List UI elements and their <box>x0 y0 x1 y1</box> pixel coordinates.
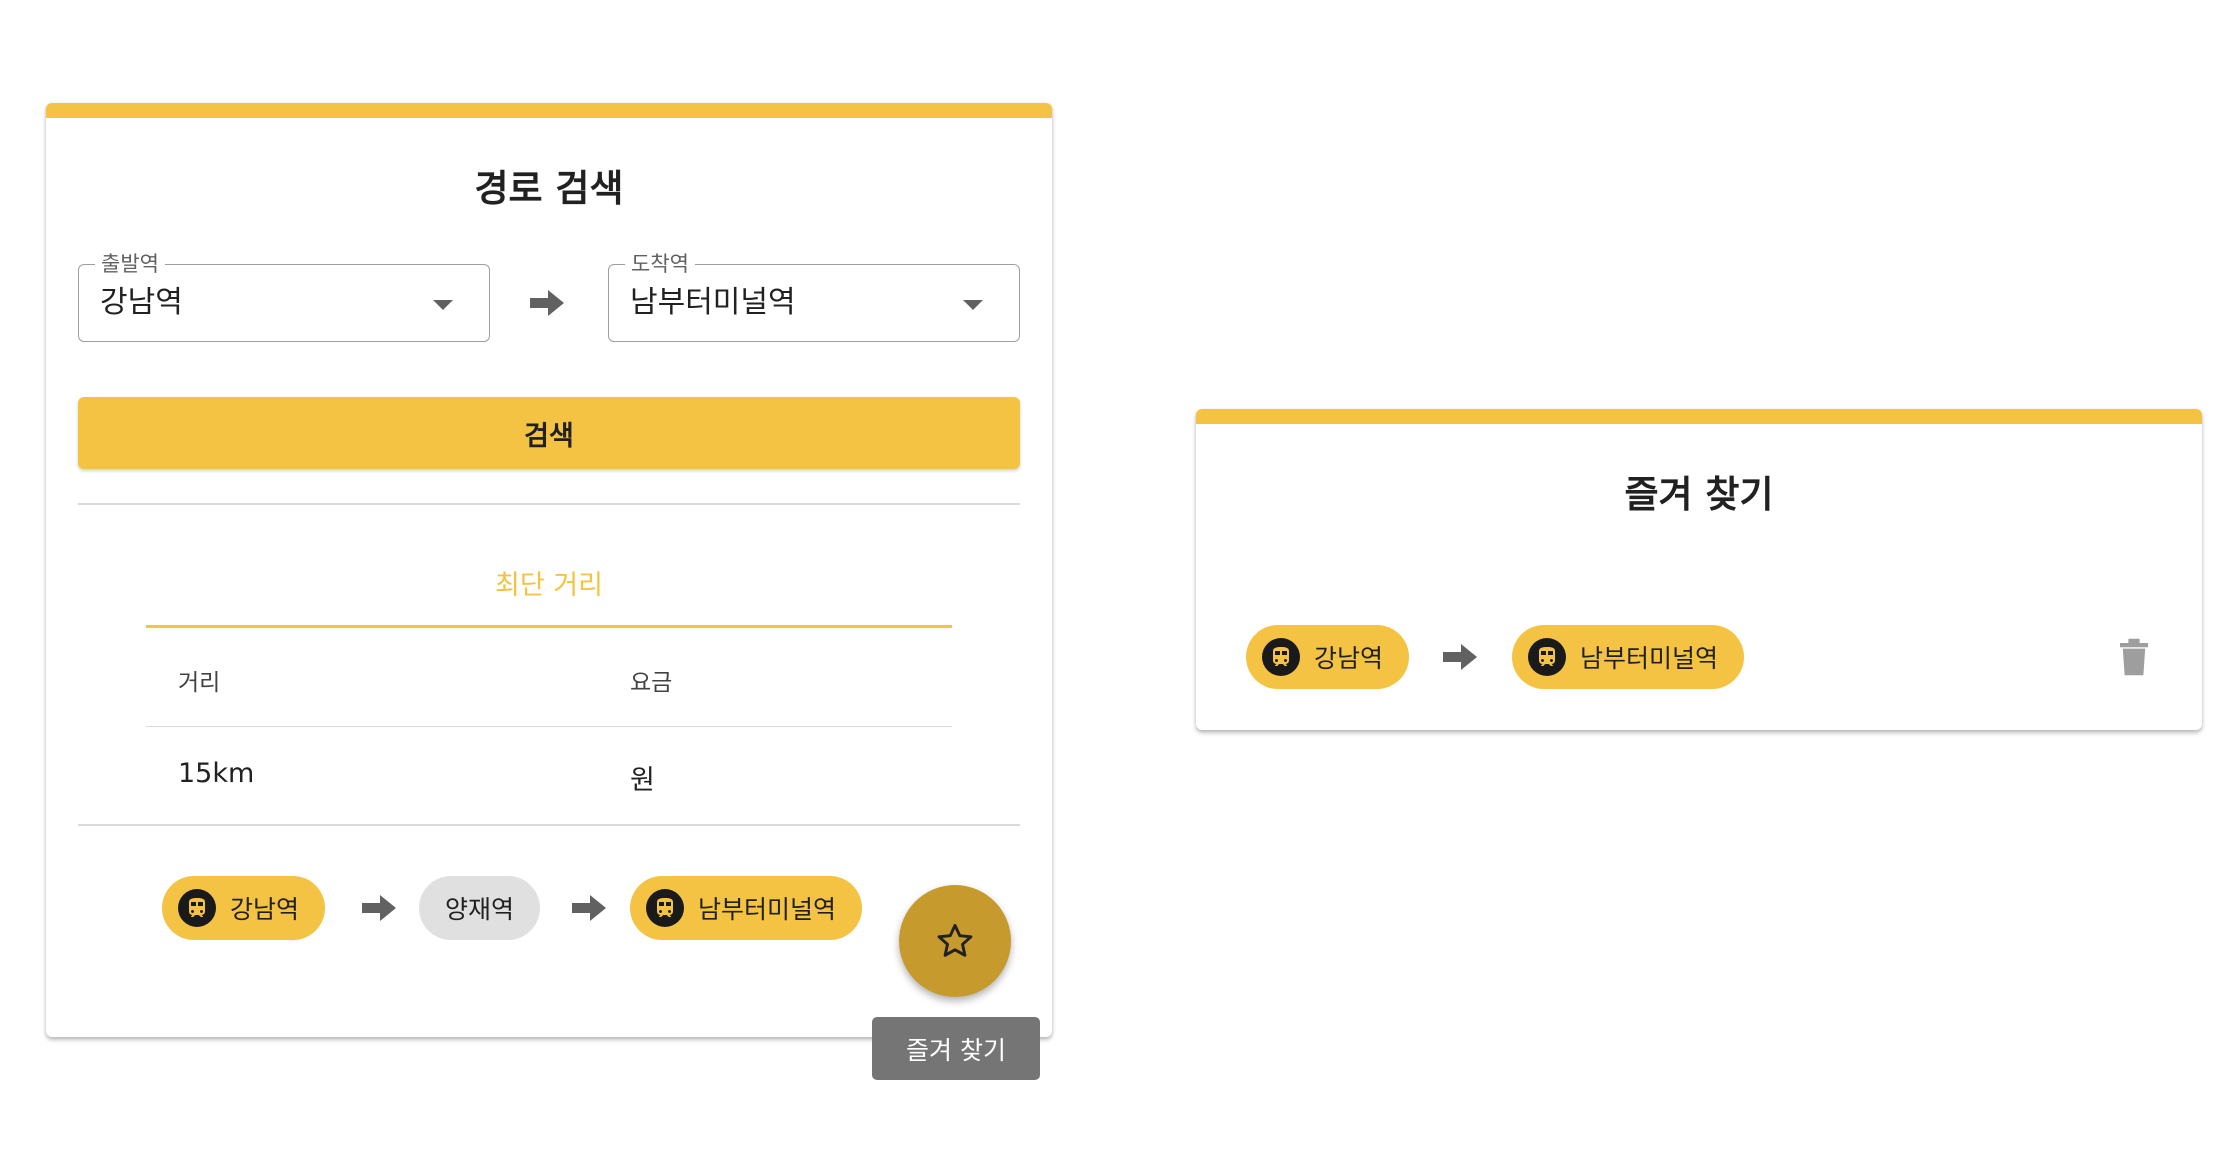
tab-shortest-distance[interactable]: 최단 거리 <box>146 563 952 602</box>
path-station-label: 남부터미널역 <box>698 895 837 924</box>
card-accent-bar <box>1196 409 2202 424</box>
divider <box>78 824 1020 826</box>
departure-label: 출발역 <box>95 251 165 277</box>
chevron-down-icon <box>433 300 453 310</box>
add-favorite-button[interactable] <box>899 885 1011 997</box>
subway-icon <box>178 889 216 927</box>
page-title: 경로 검색 <box>474 167 624 210</box>
departure-select[interactable]: 출발역 강남역 <box>78 251 490 342</box>
path-station-label: 강남역 <box>230 895 300 924</box>
subway-icon <box>1528 638 1566 676</box>
search-button[interactable]: 검색 <box>78 397 1020 469</box>
path-chip-transit: 양재역 <box>419 876 541 940</box>
path-chip-start: 강남역 <box>162 876 326 940</box>
favorite-tooltip: 즐겨 찾기 <box>872 1017 1040 1080</box>
favorite-chip-from: 강남역 <box>1246 625 1410 689</box>
arrow-right-icon <box>362 895 396 921</box>
subway-icon <box>646 889 684 927</box>
departure-value: 강남역 <box>100 285 183 320</box>
path-station-label: 양재역 <box>445 895 515 924</box>
arrival-label: 도착역 <box>625 251 695 277</box>
favorites-title: 즐겨 찾기 <box>1624 473 1774 516</box>
fare-value: 원 <box>630 765 655 796</box>
chevron-down-icon <box>963 300 983 310</box>
arrow-right-icon <box>530 290 564 316</box>
trash-icon[interactable] <box>2117 636 2151 678</box>
arrow-right-icon <box>1443 644 1477 670</box>
divider <box>78 503 1020 505</box>
card-accent-bar <box>46 103 1052 118</box>
path-chip-end: 남부터미널역 <box>630 876 863 940</box>
favorite-chip-to: 남부터미널역 <box>1512 625 1745 689</box>
route-search-card: 경로 검색 출발역 강남역 도착역 남부터미널역 검색 최단 거리 거리 요금 … <box>46 103 1052 1037</box>
favorite-station-label: 강남역 <box>1314 644 1384 673</box>
table-row-divider <box>146 726 952 727</box>
subway-icon <box>1262 638 1300 676</box>
favorites-card: 즐겨 찾기 강남역 남부터미널역 <box>1196 409 2202 730</box>
arrival-value: 남부터미널역 <box>630 285 796 320</box>
arrow-right-icon <box>572 895 606 921</box>
tab-indicator <box>146 625 952 628</box>
favorite-station-label: 남부터미널역 <box>1580 644 1719 673</box>
distance-value: 15km <box>178 758 255 789</box>
arrival-select[interactable]: 도착역 남부터미널역 <box>608 251 1020 342</box>
table-header-fare: 요금 <box>630 670 673 696</box>
table-header-distance: 거리 <box>178 670 221 696</box>
star-outline-icon <box>937 923 973 957</box>
